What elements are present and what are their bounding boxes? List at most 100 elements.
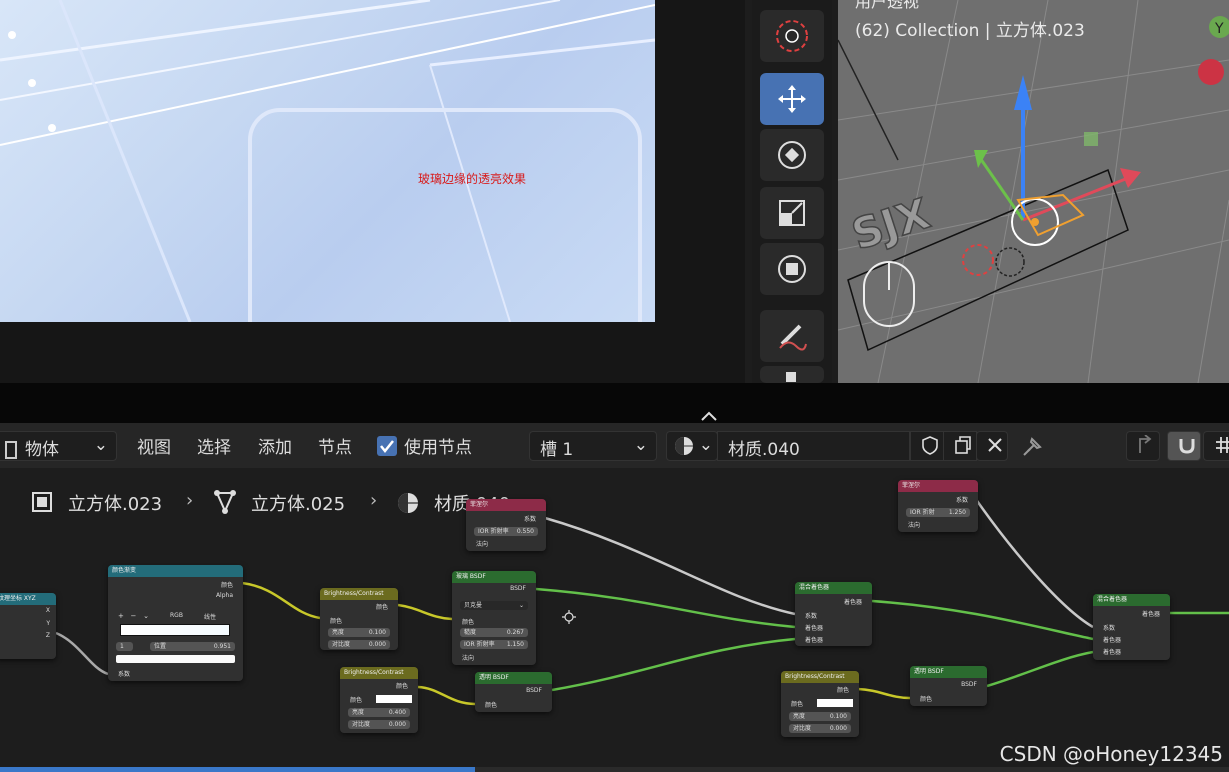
- socket-label: 系数: [523, 516, 536, 523]
- contrast-field[interactable]: 对比度 0.000: [328, 640, 390, 649]
- node-transparent-bsdf[interactable]: 透明 BSDF BSDF 颜色: [910, 666, 987, 706]
- object-icon: [5, 441, 17, 459]
- node-fresnel[interactable]: 菲涅尔 系数 IOR 折射 1.250 法向: [898, 480, 978, 532]
- socket-label: BSDF: [526, 687, 542, 694]
- snap-options-button[interactable]: [1203, 431, 1229, 461]
- object-mode-dropdown[interactable]: 物体 ⌄: [0, 431, 117, 461]
- ramp-color-mode[interactable]: RGB: [170, 612, 183, 619]
- color-ramp-bar[interactable]: [120, 624, 230, 636]
- socket-label: 系数: [805, 613, 818, 620]
- socket-label: 颜色: [920, 696, 933, 703]
- node-brightness-contrast[interactable]: Brightness/Contrast 颜色 颜色 亮度 0.400 对比度 0.0…: [340, 667, 418, 733]
- node-fresnel[interactable]: 菲涅尔 系数 IOR 折射率 0.550 法向: [466, 499, 546, 551]
- node-title: 纹理坐标 XYZ: [0, 593, 56, 605]
- ruler-icon: [786, 371, 796, 382]
- node-color-ramp[interactable]: 颜色渐变 颜色 Alpha + − ⌄ RGB 线性 1 位置 0.951 系数: [108, 565, 243, 681]
- render-caption: 玻璃边缘的透亮效果: [418, 172, 527, 186]
- node-brightness-contrast[interactable]: Brightness/Contrast 颜色 颜色 亮度 0.100 对比度 0.0…: [781, 671, 859, 737]
- material-sphere-icon: [675, 437, 693, 455]
- color-swatch[interactable]: [817, 699, 853, 707]
- socket-label: X: [45, 607, 50, 614]
- node-title: 颜色渐变: [108, 565, 243, 577]
- brightness-field[interactable]: 亮度 0.400: [348, 708, 410, 717]
- material-browse-button[interactable]: ⌄: [666, 431, 718, 461]
- chevron-up-icon[interactable]: [699, 409, 719, 423]
- checkmark-icon: [380, 440, 394, 454]
- ramp-stop-index[interactable]: 1: [116, 642, 133, 651]
- snap-toggle-button[interactable]: [1167, 431, 1201, 461]
- grid-icon: [1216, 437, 1229, 453]
- socket-label: 系数: [955, 497, 968, 504]
- socket-label: 颜色: [395, 683, 408, 690]
- glass-render-image: [0, 0, 655, 322]
- copy-icon: [955, 436, 971, 454]
- use-nodes-checkbox[interactable]: [377, 436, 397, 456]
- node-transparent-bsdf[interactable]: 透明 BSDF BSDF 颜色: [475, 672, 552, 712]
- 3d-viewport[interactable]: SJX Y: [838, 0, 1229, 383]
- watermark: CSDN @oHoney12345: [999, 742, 1223, 766]
- duplicate-material-button[interactable]: [943, 431, 977, 461]
- material-name-field[interactable]: 材质.040: [717, 431, 910, 461]
- node-title: Brightness/Contrast: [340, 667, 418, 679]
- node-title: 透明 BSDF: [910, 666, 987, 678]
- menu-add[interactable]: 添加: [258, 433, 292, 458]
- ramp-stop-color[interactable]: [116, 655, 235, 663]
- ior-field[interactable]: IOR 折射率 0.550: [474, 527, 538, 536]
- node-title: 玻璃 BSDF: [452, 571, 536, 583]
- socket-label: 颜色: [836, 687, 849, 694]
- chevron-down-icon: ⌄: [633, 435, 648, 455]
- slot-dropdown[interactable]: 槽 1 ⌄: [529, 431, 657, 461]
- viewport-scene: SJX Y: [838, 0, 1229, 383]
- roughness-field[interactable]: 糙度 0.267: [460, 628, 528, 637]
- object-mode-label: 物体: [25, 440, 59, 460]
- rotate-tool-button[interactable]: [760, 129, 824, 181]
- pin-icon[interactable]: [1020, 433, 1046, 459]
- transform-tool-button[interactable]: [760, 243, 824, 295]
- unlink-material-button[interactable]: [976, 431, 1008, 461]
- use-nodes-label: 使用节点: [404, 438, 472, 458]
- cursor-tool-button[interactable]: [760, 10, 824, 62]
- node-mix-shader[interactable]: 混合着色器 着色器 系数 着色器 着色器: [1093, 594, 1170, 660]
- rotate-icon: [778, 141, 806, 169]
- move-tool-button[interactable]: [760, 73, 824, 125]
- measure-tool-button[interactable]: [760, 366, 824, 383]
- node-brightness-contrast[interactable]: Brightness/Contrast 颜色 颜色 亮度 0.100 对比度 0.0…: [320, 588, 398, 650]
- socket-label: BSDF: [961, 681, 977, 688]
- arrow-up-icon: [1139, 434, 1152, 453]
- node-title: 菲涅尔: [898, 480, 978, 492]
- cursor-icon: [776, 20, 808, 52]
- progress-indicator: [0, 767, 475, 772]
- node-mix-shader[interactable]: 混合着色器 着色器 系数 着色器 着色器: [795, 582, 872, 646]
- ramp-interpolation[interactable]: 线性: [204, 612, 216, 621]
- ramp-add-remove-icons[interactable]: + − ⌄: [118, 612, 149, 620]
- fake-user-button[interactable]: [910, 431, 944, 461]
- menu-view[interactable]: 视图: [137, 433, 171, 458]
- menu-node[interactable]: 节点: [318, 433, 352, 458]
- brightness-field[interactable]: 亮度 0.100: [328, 628, 390, 637]
- chevron-down-icon: ⌄: [93, 435, 108, 455]
- viewport-toolbar: [752, 0, 832, 383]
- contrast-field[interactable]: 对比度 0.000: [789, 724, 851, 733]
- node-glass-bsdf[interactable]: 玻璃 BSDF BSDF 贝克曼 ⌄ 颜色 糙度 0.267 IOR 折射率 1.15…: [452, 571, 536, 665]
- ior-field[interactable]: IOR 折射率 1.150: [460, 640, 528, 649]
- socket-label: 法向: [476, 541, 489, 548]
- annotate-tool-button[interactable]: [760, 310, 824, 362]
- color-swatch[interactable]: [376, 695, 412, 703]
- socket-label: 颜色: [350, 697, 363, 704]
- socket-label: 颜色: [462, 619, 475, 626]
- viewport-perspective-label: 用户透视: [855, 0, 920, 11]
- ramp-position-field[interactable]: 位置 0.951: [150, 642, 235, 651]
- material-name-value: 材质.040: [728, 440, 800, 460]
- parent-node-tree-button[interactable]: [1126, 431, 1160, 461]
- node-texture-coordinate[interactable]: 纹理坐标 XYZ X Y Z: [0, 593, 56, 659]
- brightness-field[interactable]: 亮度 0.100: [789, 712, 851, 721]
- scale-tool-button[interactable]: [760, 187, 824, 239]
- ior-field[interactable]: IOR 折射 1.250: [906, 508, 970, 517]
- distribution-dropdown[interactable]: 贝克曼 ⌄: [460, 601, 528, 610]
- node-title: 透明 BSDF: [475, 672, 552, 684]
- menu-select[interactable]: 选择: [197, 433, 231, 458]
- contrast-field[interactable]: 对比度 0.000: [348, 720, 410, 729]
- socket-label: 颜色: [485, 702, 498, 709]
- socket-label: 着色器: [843, 599, 862, 606]
- node-title: Brightness/Contrast: [781, 671, 859, 683]
